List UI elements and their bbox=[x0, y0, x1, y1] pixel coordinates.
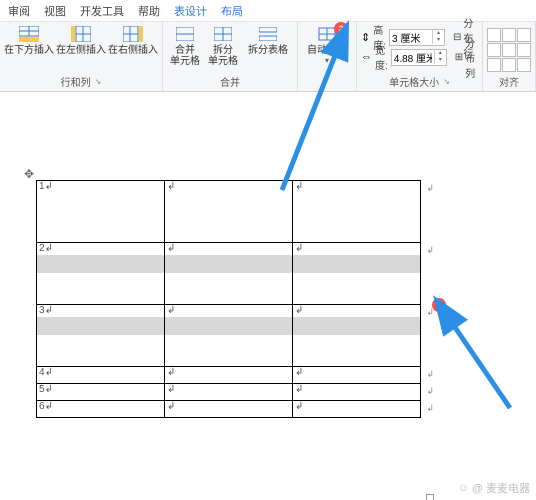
autofit-label: 自动调整 bbox=[307, 45, 347, 56]
group-cellsize-label: 单元格大小 bbox=[389, 74, 439, 89]
group-cellsize: ⇕ 高度: ▴▾ ⊟ 分布行 ⇔ 宽度: bbox=[357, 22, 483, 91]
table-row[interactable]: 2↲↲↲↲ bbox=[37, 243, 421, 305]
up-arrow-icon[interactable]: ▴ bbox=[433, 30, 444, 37]
watermark-text: @ 麦麦电器 bbox=[472, 480, 530, 496]
split-table-button[interactable]: 拆分表格 bbox=[243, 24, 293, 56]
table-row[interactable]: 6↲↲↲↲ bbox=[37, 401, 421, 418]
table-row[interactable]: 5↲↲↲↲ bbox=[37, 384, 421, 401]
table-insert-right-icon bbox=[122, 24, 144, 44]
callout-1: 1 bbox=[432, 298, 446, 312]
insert-below-label: 在下方插入 bbox=[4, 45, 54, 56]
distribute-rows-icon: ⊟ bbox=[453, 32, 461, 43]
watermark-icon: ☺ bbox=[458, 482, 469, 494]
height-icon: ⇕ bbox=[361, 31, 370, 44]
group-align: 对齐 bbox=[483, 22, 536, 91]
split-table-icon bbox=[257, 24, 279, 44]
document-area[interactable]: ✥ 1↲↲↲↲ 2↲↲↲↲ 3↲↲↲↲ 4↲↲↲↲ 5↲↲↲↲ 6↲↲↲↲ bbox=[0, 92, 536, 500]
down-arrow-icon[interactable]: ▾ bbox=[433, 37, 444, 44]
merge-cells-icon bbox=[174, 24, 196, 44]
insert-below-button[interactable]: 在下方插入 bbox=[4, 24, 54, 56]
width-spinner[interactable]: ▴▾ bbox=[391, 49, 447, 66]
tab-help[interactable]: 帮助 bbox=[138, 3, 160, 19]
group-merge: 合并 单元格 拆分 单元格 拆分表格 合并 bbox=[163, 22, 298, 91]
table-insert-below-icon bbox=[18, 24, 40, 44]
distribute-cols-button[interactable]: ⊞ 分布列 bbox=[455, 48, 478, 66]
group-rowcol: 在下方插入 在左侧插入 在右侧插入 行和列 ↘ bbox=[0, 22, 163, 91]
split-cells-button[interactable]: 拆分 单元格 bbox=[205, 24, 241, 67]
document-table[interactable]: 1↲↲↲↲ 2↲↲↲↲ 3↲↲↲↲ 4↲↲↲↲ 5↲↲↲↲ 6↲↲↲↲ bbox=[36, 180, 421, 418]
tab-layout[interactable]: 布局 bbox=[221, 3, 243, 19]
height-spinner[interactable]: ▴▾ bbox=[389, 29, 445, 46]
dropdown-icon: ▾ bbox=[325, 56, 329, 65]
dialog-launcher-icon[interactable]: ↘ bbox=[95, 77, 102, 86]
callout-2: 2 bbox=[334, 22, 348, 36]
distribute-cols-icon: ⊞ bbox=[455, 52, 463, 63]
group-align-label: 对齐 bbox=[499, 74, 519, 89]
split-cells-label: 拆分 单元格 bbox=[208, 45, 238, 67]
dialog-launcher-icon[interactable]: ↘ bbox=[443, 77, 450, 86]
width-input[interactable] bbox=[392, 52, 434, 63]
alignment-grid[interactable] bbox=[487, 28, 531, 72]
down-arrow-icon[interactable]: ▾ bbox=[435, 57, 446, 64]
merge-cells-label: 合并 单元格 bbox=[170, 45, 200, 67]
insert-left-button[interactable]: 在左侧插入 bbox=[56, 24, 106, 56]
tab-review[interactable]: 审阅 bbox=[8, 3, 30, 19]
table-insert-left-icon bbox=[70, 24, 92, 44]
width-icon: ⇔ bbox=[361, 51, 372, 63]
insert-right-button[interactable]: 在右侧插入 bbox=[108, 24, 158, 56]
table-anchor-icon[interactable]: ✥ bbox=[24, 167, 34, 181]
group-merge-label: 合并 bbox=[220, 74, 240, 89]
split-cells-icon bbox=[212, 24, 234, 44]
table-row[interactable]: 1↲↲↲↲ bbox=[37, 181, 421, 243]
table-row[interactable]: 3↲↲↲↲ bbox=[37, 305, 421, 367]
merge-cells-button[interactable]: 合并 单元格 bbox=[167, 24, 203, 67]
width-label: 宽度: bbox=[375, 42, 388, 72]
group-rowcol-label: 行和列 bbox=[61, 74, 91, 89]
height-input[interactable] bbox=[390, 32, 432, 43]
tab-view[interactable]: 视图 bbox=[44, 3, 66, 19]
group-autofit: 自动调整 ▾ bbox=[298, 22, 357, 91]
insert-left-label: 在左侧插入 bbox=[56, 45, 106, 56]
table-row[interactable]: 4↲↲↲↲ bbox=[37, 367, 421, 384]
split-table-label: 拆分表格 bbox=[248, 45, 288, 56]
tab-tabledesign[interactable]: 表设计 bbox=[174, 3, 207, 19]
distribute-cols-label: 分布列 bbox=[465, 35, 478, 80]
insert-right-label: 在右侧插入 bbox=[108, 45, 158, 56]
menu-bar: 审阅 视图 开发工具 帮助 表设计 布局 bbox=[0, 0, 536, 22]
table-resize-handle[interactable] bbox=[426, 494, 434, 500]
tab-devtools[interactable]: 开发工具 bbox=[80, 3, 124, 19]
up-arrow-icon[interactable]: ▴ bbox=[435, 50, 446, 57]
watermark: ☺ @ 麦麦电器 bbox=[458, 480, 530, 496]
ribbon: 在下方插入 在左侧插入 在右侧插入 行和列 ↘ 合并 单元格 拆分 单元格 bbox=[0, 22, 536, 92]
